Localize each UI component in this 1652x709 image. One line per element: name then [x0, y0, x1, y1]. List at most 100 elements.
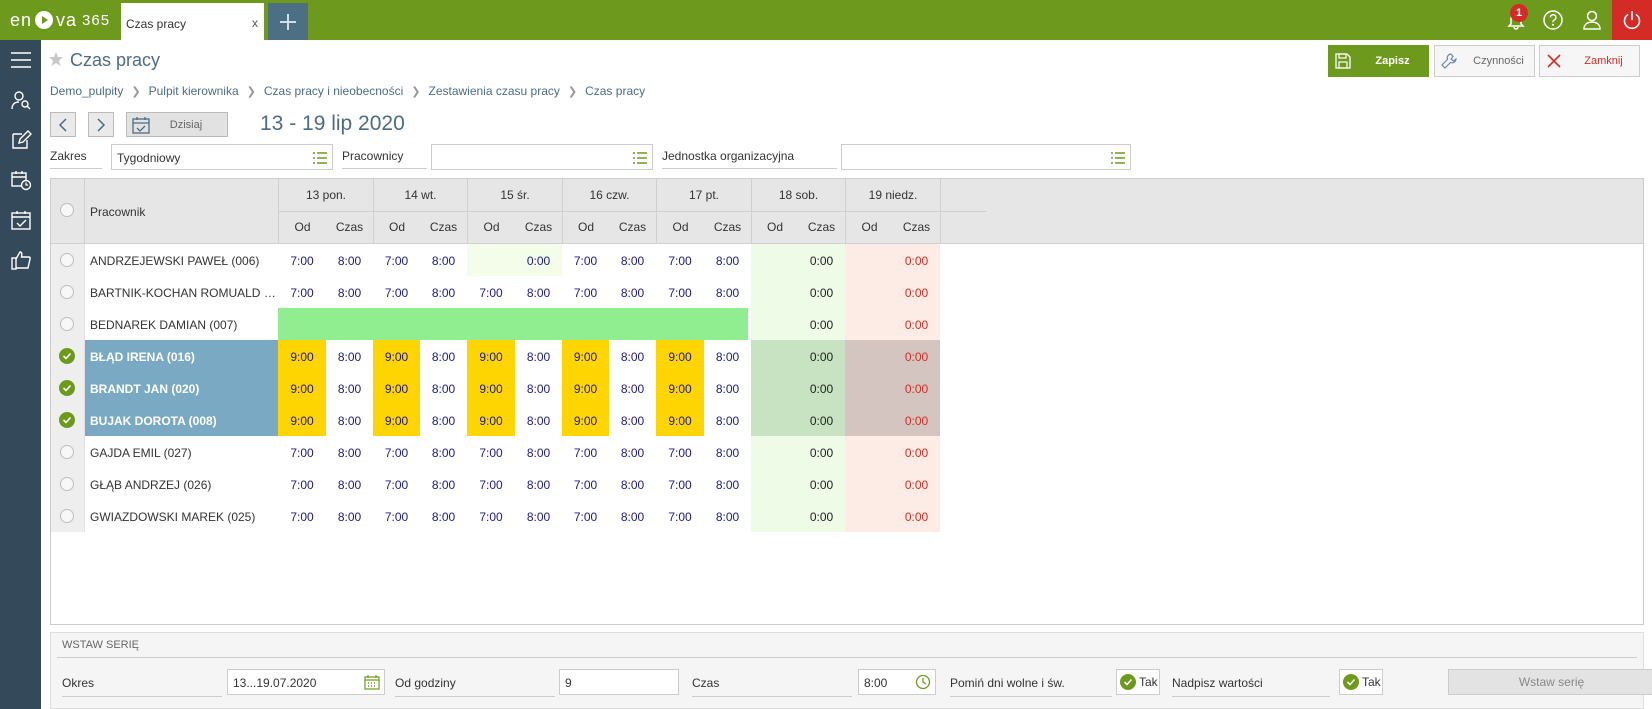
- od-cell[interactable]: 7:00: [278, 500, 326, 532]
- czas-cell[interactable]: 8:00: [420, 276, 467, 308]
- employee-name[interactable]: GŁĄB ANDRZEJ (026): [84, 468, 278, 500]
- czas-cell[interactable]: 8:00: [326, 500, 373, 532]
- od-cell[interactable]: 7:00: [373, 468, 420, 500]
- czas-cell[interactable]: 8:00: [515, 340, 562, 372]
- row-select-cell[interactable]: [51, 276, 84, 308]
- od-cell[interactable]: [845, 340, 893, 372]
- czas-cell[interactable]: 8:00: [515, 500, 562, 532]
- row-select-cell[interactable]: [51, 468, 84, 500]
- czas-cell[interactable]: 0:00: [893, 404, 940, 436]
- czas-cell[interactable]: 0:00: [798, 404, 845, 436]
- actions-button[interactable]: Czynności: [1434, 45, 1535, 77]
- day-header[interactable]: 18 sob.: [751, 179, 845, 211]
- breadcrumb-item[interactable]: Czas pracy i nieobecności: [264, 84, 403, 98]
- czas-cell[interactable]: 0:00: [798, 468, 845, 500]
- od-cell[interactable]: 7:00: [373, 500, 420, 532]
- czas-cell[interactable]: 8:00: [704, 404, 751, 436]
- employee-name[interactable]: BEDNAREK DAMIAN (007): [84, 308, 278, 340]
- close-button[interactable]: Zamknij: [1539, 45, 1640, 77]
- od-cell[interactable]: 7:00: [656, 468, 704, 500]
- tab-close-icon[interactable]: x: [252, 16, 258, 30]
- czas-cell[interactable]: 0:00: [893, 436, 940, 468]
- czas-cell[interactable]: 8:00: [704, 372, 751, 404]
- od-cell[interactable]: 7:00: [562, 468, 609, 500]
- czas-cell[interactable]: 8:00: [515, 276, 562, 308]
- od-cell[interactable]: [751, 372, 798, 404]
- czas-cell[interactable]: 8:00: [704, 340, 751, 372]
- employee-name[interactable]: GWIAZDOWSKI MAREK (025): [84, 500, 278, 532]
- czas-cell[interactable]: 8:00: [420, 244, 467, 276]
- check-circle-icon[interactable]: [59, 348, 75, 364]
- czas-cell[interactable]: 8:00: [704, 276, 751, 308]
- help-button[interactable]: [1533, 0, 1573, 40]
- od-cell[interactable]: 9:00: [278, 404, 326, 436]
- czas-cell[interactable]: 0:00: [893, 500, 940, 532]
- row-select-cell[interactable]: [51, 308, 84, 340]
- czas-cell[interactable]: 0:00: [893, 276, 940, 308]
- previous-week-button[interactable]: [50, 112, 76, 137]
- add-tab-button[interactable]: [268, 3, 308, 40]
- day-header[interactable]: 17 pt.: [656, 179, 751, 211]
- czas-cell[interactable]: 0:00: [798, 436, 845, 468]
- table-row[interactable]: BRANDT JAN (020) 9:00 8:00 9:00 8:00 9:00 8:00…: [51, 372, 1643, 404]
- od-cell[interactable]: 9:00: [562, 372, 609, 404]
- od-cell[interactable]: 7:00: [467, 436, 515, 468]
- absence-bar[interactable]: [278, 308, 748, 340]
- sidebar-item-edit[interactable]: [0, 122, 41, 158]
- czas-cell[interactable]: 8:00: [326, 372, 373, 404]
- od-cell[interactable]: [751, 276, 798, 308]
- czas-cell[interactable]: 8:00: [326, 468, 373, 500]
- range-select[interactable]: Tygodniowy: [111, 144, 333, 170]
- czas-cell[interactable]: 8:00: [326, 340, 373, 372]
- employee-name[interactable]: GAJDA EMIL (027): [84, 436, 278, 468]
- breadcrumb-item[interactable]: Zestawienia czasu pracy: [428, 84, 559, 98]
- od-cell[interactable]: 9:00: [278, 340, 326, 372]
- row-radio[interactable]: [60, 445, 74, 459]
- period-input[interactable]: 13...19.07.2020: [227, 669, 385, 695]
- employee-name[interactable]: ANDRZEJEWSKI PAWEŁ (006): [84, 244, 278, 276]
- od-cell[interactable]: [845, 468, 893, 500]
- row-select-cell[interactable]: [51, 500, 84, 532]
- czas-cell[interactable]: 8:00: [420, 468, 467, 500]
- od-cell[interactable]: 7:00: [562, 244, 609, 276]
- org-unit-select[interactable]: [841, 144, 1131, 170]
- od-cell[interactable]: 9:00: [467, 404, 515, 436]
- table-row[interactable]: ANDRZEJEWSKI PAWEŁ (006) 7:00 8:00 7:00 8:00…: [51, 244, 1643, 276]
- od-cell[interactable]: 7:00: [373, 276, 420, 308]
- od-cell[interactable]: 7:00: [562, 276, 609, 308]
- od-cell[interactable]: 9:00: [562, 404, 609, 436]
- od-cell[interactable]: 9:00: [467, 372, 515, 404]
- overwrite-toggle[interactable]: Tak: [1339, 669, 1383, 695]
- list-icon[interactable]: [1110, 151, 1126, 165]
- row-radio[interactable]: [60, 477, 74, 491]
- od-cell[interactable]: [467, 244, 515, 276]
- select-all-radio[interactable]: [60, 203, 74, 217]
- od-cell[interactable]: [751, 404, 798, 436]
- employee-name[interactable]: BRANDT JAN (020): [84, 372, 278, 404]
- row-radio[interactable]: [60, 509, 74, 523]
- od-cell[interactable]: 7:00: [562, 436, 609, 468]
- table-row[interactable]: BEDNAREK DAMIAN (007) 0:00 0:00: [51, 308, 1643, 340]
- czas-cell[interactable]: 8:00: [420, 436, 467, 468]
- od-cell[interactable]: 7:00: [373, 244, 420, 276]
- od-cell[interactable]: 9:00: [562, 340, 609, 372]
- czas-cell[interactable]: 0:00: [798, 308, 845, 340]
- czas-cell[interactable]: 8:00: [704, 500, 751, 532]
- czas-cell[interactable]: 8:00: [326, 436, 373, 468]
- sidebar-item-calendar-time[interactable]: [0, 162, 41, 198]
- czas-cell[interactable]: 8:00: [609, 404, 656, 436]
- od-cell[interactable]: 7:00: [562, 500, 609, 532]
- od-cell[interactable]: [751, 244, 798, 276]
- od-cell[interactable]: [751, 468, 798, 500]
- od-cell[interactable]: [845, 276, 893, 308]
- breadcrumb-item[interactable]: Czas pracy: [585, 84, 645, 98]
- czas-cell[interactable]: 0:00: [893, 244, 940, 276]
- today-button[interactable]: Dzisiaj: [126, 112, 228, 137]
- row-select-cell[interactable]: [51, 372, 84, 404]
- row-radio[interactable]: [60, 253, 74, 267]
- table-row[interactable]: BŁĄD IRENA (016) 9:00 8:00 9:00 8:00 9:00 8:00…: [51, 340, 1643, 372]
- od-cell[interactable]: 9:00: [373, 340, 420, 372]
- od-cell[interactable]: [845, 372, 893, 404]
- employee-name[interactable]: BŁĄD IRENA (016): [84, 340, 278, 372]
- od-cell[interactable]: 7:00: [373, 436, 420, 468]
